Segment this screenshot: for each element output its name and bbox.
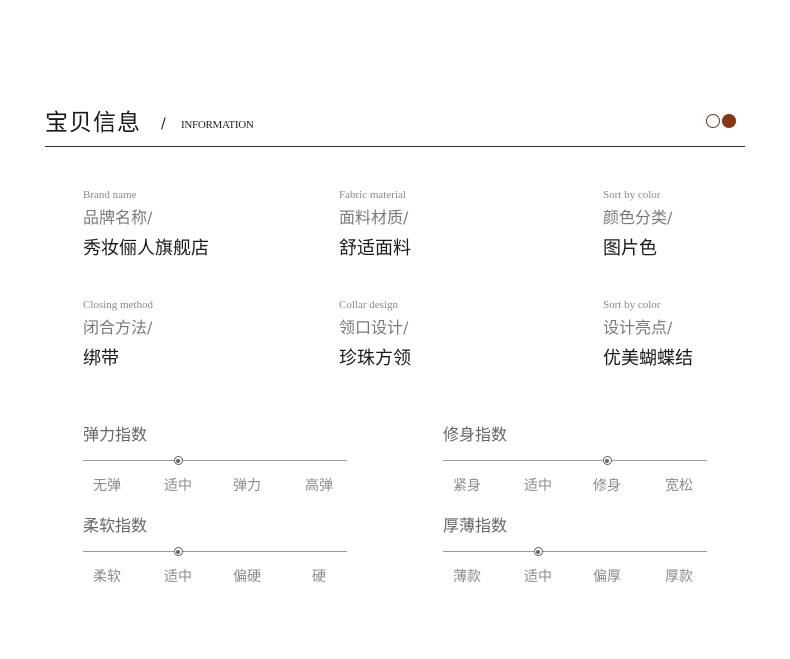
scale-line xyxy=(83,551,347,552)
scale-label: 偏厚 xyxy=(593,569,621,585)
scale-label: 宽松 xyxy=(665,478,693,494)
elasticity-index: 弹力指数 无弹 适中 弹力 高弹 xyxy=(83,424,347,495)
attribute-value: 图片色 xyxy=(603,238,657,259)
softness-index: 柔软指数 柔软 适中 偏硬 硬 xyxy=(83,515,347,586)
attribute-label-zh: 面料材质/ xyxy=(339,208,409,227)
index-scale xyxy=(83,547,347,557)
attribute-value: 绑带 xyxy=(83,348,119,369)
attribute-label-en: Collar design xyxy=(339,299,398,311)
attribute-design-highlight: Sort by color 设计亮点/ 优美蝴蝶结 xyxy=(603,297,693,371)
index-title: 弹力指数 xyxy=(83,425,148,444)
scale-label: 厚款 xyxy=(665,569,693,585)
scale-labels: 薄款 适中 偏厚 厚款 xyxy=(443,566,707,586)
attribute-brand-name: Brand name 品牌名称/ 秀妆俪人旗舰店 xyxy=(83,187,209,261)
attribute-value: 秀妆俪人旗舰店 xyxy=(83,238,209,259)
header-divider xyxy=(45,146,745,147)
scale-label: 适中 xyxy=(164,569,192,585)
scale-label: 修身 xyxy=(593,478,621,494)
decorative-dots xyxy=(706,114,738,130)
attribute-color: Sort by color 颜色分类/ 图片色 xyxy=(603,187,672,261)
attribute-label-zh: 领口设计/ xyxy=(339,318,409,337)
fit-index: 修身指数 紧身 适中 修身 宽松 xyxy=(443,424,707,495)
scale-labels: 无弹 适中 弹力 高弹 xyxy=(83,475,347,495)
scale-line xyxy=(443,551,707,552)
attribute-collar-design: Collar design 领口设计/ 珍珠方领 xyxy=(339,297,411,371)
attribute-label-en: Brand name xyxy=(83,189,137,201)
attribute-label-zh: 品牌名称/ xyxy=(83,208,153,227)
scale-labels: 柔软 适中 偏硬 硬 xyxy=(83,566,347,586)
title-separator: / xyxy=(161,116,166,132)
selected-marker-icon xyxy=(173,547,183,556)
attribute-label-en: Fabric material xyxy=(339,189,406,201)
filled-circle-icon xyxy=(722,114,736,128)
attribute-fabric-material: Fabric material 面料材质/ 舒适面料 xyxy=(339,187,411,261)
attribute-closing-method: Closing method 闭合方法/ 绑带 xyxy=(83,297,153,371)
attribute-label-en: Sort by color xyxy=(603,189,661,201)
hollow-circle-icon xyxy=(706,114,720,128)
selected-marker-icon xyxy=(533,547,543,556)
scale-label: 适中 xyxy=(524,478,552,494)
attribute-label-zh: 闭合方法/ xyxy=(83,318,153,337)
scale-labels: 紧身 适中 修身 宽松 xyxy=(443,475,707,495)
index-title: 修身指数 xyxy=(443,425,508,444)
scale-label: 紧身 xyxy=(453,478,481,494)
scale-label: 薄款 xyxy=(453,569,481,585)
index-title: 厚薄指数 xyxy=(443,516,508,535)
scale-label: 无弹 xyxy=(93,478,121,494)
attribute-label-zh: 颜色分类/ xyxy=(603,208,673,227)
index-scale xyxy=(83,456,347,466)
attribute-label-en: Closing method xyxy=(83,299,153,311)
attribute-label-en: Sort by color xyxy=(603,299,661,311)
scale-label: 适中 xyxy=(524,569,552,585)
page-title: 宝贝信息 xyxy=(45,110,141,136)
index-scale xyxy=(443,456,707,466)
attribute-label-zh: 设计亮点/ xyxy=(603,318,673,337)
scale-line xyxy=(83,460,347,461)
thickness-index: 厚薄指数 薄款 适中 偏厚 厚款 xyxy=(443,515,707,586)
attribute-value: 珍珠方领 xyxy=(339,348,411,369)
scale-label: 高弹 xyxy=(305,478,333,494)
index-scale xyxy=(443,547,707,557)
scale-label: 适中 xyxy=(164,478,192,494)
scale-label: 柔软 xyxy=(93,569,121,585)
page-subtitle: INFORMATION xyxy=(181,119,254,131)
scale-label: 偏硬 xyxy=(233,569,261,585)
scale-label: 硬 xyxy=(312,569,326,585)
attribute-value: 优美蝴蝶结 xyxy=(603,348,693,369)
scale-line xyxy=(443,460,707,461)
selected-marker-icon xyxy=(602,456,612,465)
selected-marker-icon xyxy=(173,456,183,465)
index-title: 柔软指数 xyxy=(83,516,148,535)
scale-label: 弹力 xyxy=(233,478,261,494)
attribute-value: 舒适面料 xyxy=(339,238,411,259)
